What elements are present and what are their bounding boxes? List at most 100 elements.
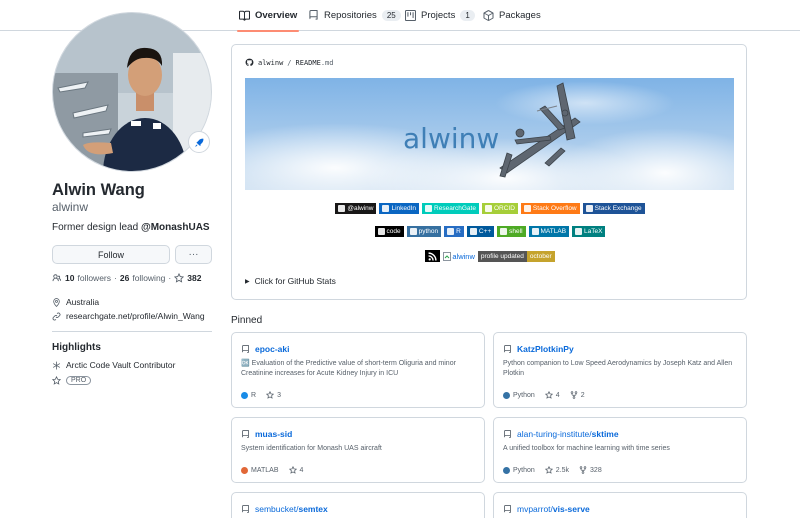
stars-count: 3 <box>277 391 281 399</box>
language-badge[interactable]: shell <box>497 226 526 237</box>
social-badge-label: ResearchGate <box>434 205 476 212</box>
language-badge[interactable]: C++ <box>466 226 495 237</box>
tab-repositories-label: Repositories <box>324 10 377 21</box>
broken-image-link[interactable]: alwinw <box>443 251 475 261</box>
profile-login: alwinw <box>52 200 89 214</box>
social-badge-label: LinkedIn <box>391 205 417 212</box>
social-badge-icon <box>338 205 346 212</box>
avatar[interactable] <box>52 12 212 172</box>
followers-count[interactable]: 10 <box>65 273 74 283</box>
social-badge[interactable]: @alwinw <box>335 203 377 214</box>
tab-repositories[interactable]: Repositories 25 <box>308 0 401 31</box>
pinned-repo-name: KatzPlotkinPy <box>517 344 574 354</box>
language-badges: code python R C++ shell MATLAB LaTeX <box>232 226 748 237</box>
people-icon <box>52 274 62 282</box>
broken-image-icon <box>443 251 452 261</box>
language-item: MATLAB <box>241 466 279 474</box>
stars-count: 4 <box>299 466 304 474</box>
more-options-button[interactable]: ··· <box>175 245 212 264</box>
website-row: researchgate.net/profile/Alwin_Wang <box>52 311 205 321</box>
highlight-pro: PRO <box>52 376 92 385</box>
social-badge[interactable]: Stack Overflow <box>520 203 580 214</box>
stars-link[interactable]: 2.5k <box>544 466 569 474</box>
social-badge-icon <box>382 205 390 212</box>
website-link[interactable]: researchgate.net/profile/Alwin_Wang <box>66 311 205 321</box>
forks-link[interactable]: 328 <box>579 466 602 474</box>
pinned-repo-title: muas-sid <box>255 429 293 439</box>
bio-org-link[interactable]: @MonashUAS <box>141 222 210 233</box>
pinned-repo-card: epoc-aki 🆗 Evaluation of the Predictive v… <box>231 332 485 408</box>
language-badge[interactable]: code <box>374 226 404 237</box>
stars-link[interactable]: 4 <box>544 391 560 399</box>
fork-icon <box>579 466 587 474</box>
language-badge-icon <box>575 228 583 235</box>
follow-button[interactable]: Follow <box>52 245 170 264</box>
language-badge-icon <box>377 228 385 235</box>
pinned-repo-description: Python companion to Low Speed Aerodynami… <box>503 360 733 377</box>
language-badge-label: python <box>418 228 439 235</box>
language-badge-label: LaTeX <box>584 228 603 235</box>
rss-glyph <box>428 251 437 261</box>
rocket-status-icon <box>194 138 203 147</box>
pinned-repo-name: sembucket/semtex <box>255 504 328 514</box>
pinned-repo-card: sembucket/semtex <box>231 492 485 518</box>
highlight-arctic-label: Arctic Code Vault Contributor <box>66 360 176 370</box>
language-badge[interactable]: LaTeX <box>572 226 606 237</box>
language-badge[interactable]: MATLAB <box>528 226 570 237</box>
stars-count: 4 <box>555 391 560 399</box>
pinned-repo-link[interactable]: alan-turing-institute/sktime <box>503 429 619 439</box>
repo-icon <box>242 344 249 353</box>
social-badge[interactable]: Stack Exchange <box>582 203 645 214</box>
following-count[interactable]: 26 <box>120 273 129 283</box>
readme-ext: .md <box>320 58 334 67</box>
stars-count[interactable]: 382 <box>187 273 201 283</box>
pinned-title: Pinned <box>231 315 263 326</box>
language-badge-label: R <box>456 228 461 235</box>
language-item: Python <box>503 466 535 474</box>
pinned-repo-link[interactable]: muas-sid <box>241 429 292 439</box>
repo-icon <box>504 344 511 353</box>
language-color-dot <box>241 466 248 474</box>
stars-link[interactable]: 4 <box>288 466 304 474</box>
star-icon <box>544 466 553 474</box>
language-name: Python <box>513 391 535 399</box>
github-stats-details[interactable]: ▶ Click for GitHub Stats <box>245 276 336 286</box>
tab-packages[interactable]: Packages <box>483 0 541 31</box>
pinned-repo-link[interactable]: KatzPlotkinPy <box>503 344 574 354</box>
bio-text: Former design lead <box>52 222 141 233</box>
followers-label[interactable]: followers <box>77 273 111 283</box>
forks-link[interactable]: 2 <box>570 391 585 399</box>
language-badge-label: shell <box>509 228 523 235</box>
pinned-repo-link[interactable]: mvparrot/vis-serve <box>503 504 590 514</box>
language-badge[interactable]: R <box>444 226 464 237</box>
tab-overview[interactable]: Overview <box>236 0 300 32</box>
social-badge-label: @alwinw <box>347 205 374 212</box>
tab-projects[interactable]: Projects 1 <box>405 0 475 31</box>
stars-link[interactable]: 3 <box>266 391 281 399</box>
update-badges-row: alwinw profile updated october <box>232 250 748 262</box>
profile-updated-badge[interactable]: profile updated october <box>477 250 555 262</box>
star-icon <box>174 273 185 283</box>
language-badge-label: MATLAB <box>540 228 567 235</box>
social-badge-icon <box>585 205 593 212</box>
social-badge[interactable]: ORCID <box>481 203 518 214</box>
social-badge[interactable]: ResearchGate <box>422 203 479 214</box>
package-icon <box>483 10 494 21</box>
social-badge[interactable]: LinkedIn <box>379 203 420 214</box>
pinned-repo-name: alan-turing-institute/sktime <box>517 429 619 439</box>
book-icon <box>239 10 250 21</box>
language-color-dot <box>503 466 510 474</box>
banner-title: alwinw <box>403 122 500 155</box>
language-color-dot <box>503 391 510 399</box>
pinned-repo-link[interactable]: sembucket/semtex <box>241 504 328 514</box>
rss-icon[interactable] <box>425 250 441 262</box>
following-label[interactable]: following <box>132 273 165 283</box>
projects-count-badge: 1 <box>460 10 475 21</box>
readme-owner[interactable]: alwinw <box>258 59 283 67</box>
pinned-repo-link[interactable]: epoc-aki <box>241 344 290 354</box>
language-name: R <box>251 391 257 399</box>
readme-filename[interactable]: README.md <box>296 59 334 67</box>
language-badge[interactable]: python <box>406 226 442 237</box>
set-status-button[interactable] <box>188 131 210 153</box>
language-color-dot <box>241 391 248 399</box>
